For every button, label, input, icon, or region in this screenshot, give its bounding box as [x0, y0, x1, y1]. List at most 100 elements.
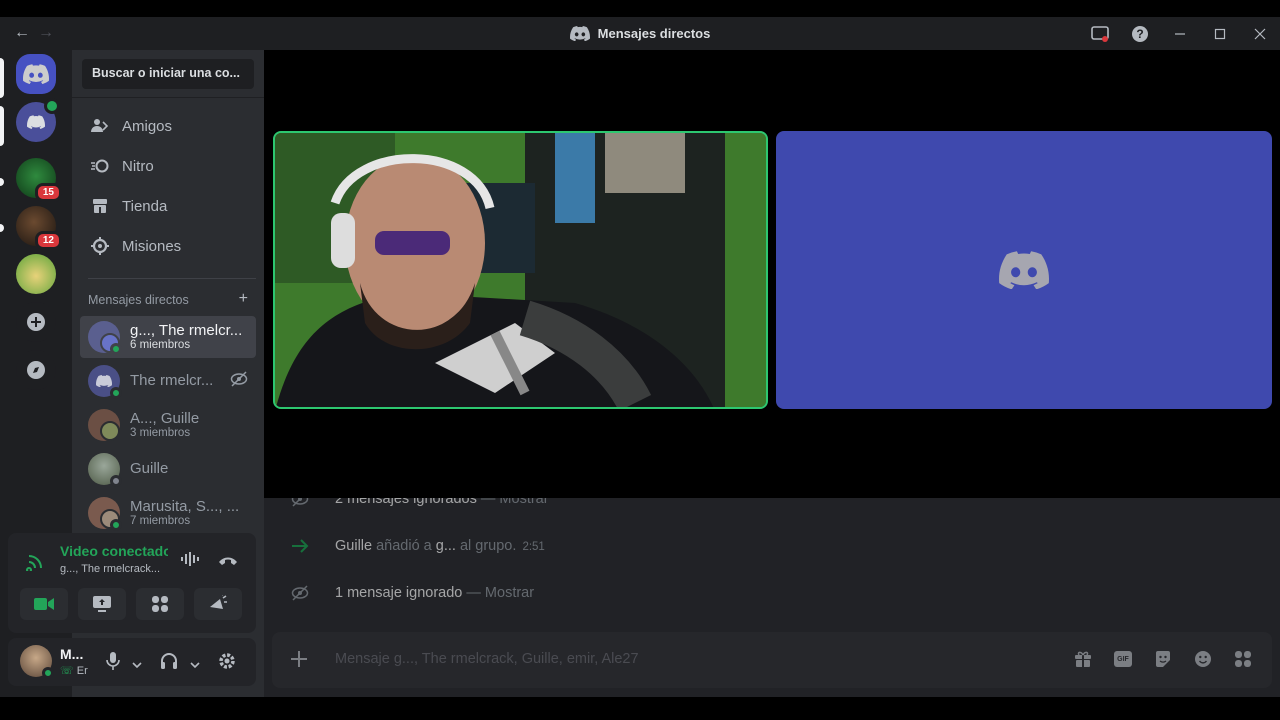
voice-connection-panel: Video conectado g..., The rmelcrack...	[8, 533, 256, 633]
eye-off-icon[interactable]	[230, 370, 248, 392]
discord-logo-icon	[999, 251, 1049, 289]
timestamp: 2:51	[522, 541, 545, 553]
discord-home-icon	[23, 64, 49, 84]
maximize-icon[interactable]	[1200, 17, 1240, 50]
nav-store-label: Tienda	[122, 197, 168, 215]
online-status-icon	[110, 519, 122, 531]
voice-channel-text[interactable]: g..., The rmelcrack...	[60, 563, 170, 575]
active-pill	[0, 58, 4, 98]
server-icon-2[interactable]: 12	[16, 206, 62, 250]
main-content: 2 mensajes ignorados — Mostrar Guille añ…	[264, 50, 1280, 697]
webcam-video-tile[interactable]	[273, 131, 768, 409]
create-dm-button[interactable]: +	[239, 291, 248, 307]
screen-share-button[interactable]	[78, 588, 126, 620]
screen-share-icon	[93, 596, 111, 612]
deafen-headphones-icon[interactable]	[160, 652, 178, 675]
message-list: 2 mensajes ignorados — Mostrar Guille añ…	[264, 498, 1280, 638]
avatar	[88, 453, 122, 487]
audio-options-chevron-icon[interactable]	[190, 656, 200, 674]
online-status-icon	[110, 387, 122, 399]
online-status-icon	[42, 667, 54, 679]
avatar	[88, 365, 122, 399]
avatar	[88, 409, 120, 441]
emoji-icon[interactable]	[1194, 650, 1212, 673]
mic-options-chevron-icon[interactable]	[132, 656, 142, 674]
soundboard-icon	[210, 595, 227, 609]
video-call-stage	[264, 50, 1280, 498]
dm-item-2[interactable]: The rmelcr...	[80, 360, 256, 402]
camera-button[interactable]	[20, 588, 68, 620]
mention-badge: 15	[34, 183, 62, 202]
nav-quests-label: Misiones	[122, 237, 182, 255]
username[interactable]: M...	[60, 646, 83, 662]
connection-signal-icon[interactable]	[26, 551, 46, 576]
gif-picker-button[interactable]: GIF	[1114, 651, 1132, 667]
message-input[interactable]: Mensaje g..., The rmelcrack, Guille, emi…	[335, 651, 639, 667]
dm-name: Guille	[130, 460, 169, 478]
voice-status-text[interactable]: Video conectado	[60, 543, 168, 559]
dm-item-4[interactable]: Guille	[80, 448, 256, 490]
message-text: al grupo.	[455, 538, 517, 554]
unread-dot	[0, 224, 4, 232]
unread-dot	[0, 178, 4, 186]
apps-icon[interactable]	[1234, 650, 1252, 673]
mention-badge: 12	[34, 231, 62, 250]
nav-friends[interactable]: Amigos	[80, 106, 256, 146]
gift-icon[interactable]	[1074, 650, 1092, 673]
dm-item-group-1[interactable]: g..., The rmelcr... 6 miembros	[80, 316, 256, 358]
nav-quests[interactable]: Misiones	[80, 226, 256, 266]
home-dm-button[interactable]	[16, 54, 56, 94]
soundboard-button[interactable]	[194, 588, 242, 620]
divider	[88, 278, 256, 279]
dm-item-group-5[interactable]: Marusita, S..., ... 7 miembros	[80, 492, 256, 534]
group-name[interactable]: g...	[436, 538, 456, 554]
group-dm-voice-button[interactable]	[16, 98, 60, 142]
ignored-messages-row[interactable]: 1 mensaje ignorado — Mostrar	[264, 581, 1280, 605]
camera-icon	[34, 598, 54, 610]
disconnect-icon[interactable]	[218, 553, 238, 571]
server-icon-3[interactable]	[16, 254, 56, 294]
user-settings-gear-icon[interactable]	[218, 652, 236, 675]
discord-logo-icon	[569, 26, 590, 41]
dm-name: g..., The rmelcr...	[130, 321, 243, 339]
attach-plus-icon[interactable]	[290, 650, 308, 673]
minimize-icon[interactable]	[1160, 17, 1200, 50]
search-input[interactable]: Buscar o iniciar una co...	[82, 59, 254, 89]
dm-header-label: Mensajes directos	[88, 293, 189, 307]
activities-button[interactable]	[136, 588, 184, 620]
actor-username[interactable]: Guille	[335, 538, 372, 554]
help-icon[interactable]: ?	[1120, 17, 1160, 50]
plus-circle-icon	[27, 313, 45, 331]
member-added-row: Guille añadió a g... al grupo. 2:51	[264, 534, 1280, 558]
inbox-icon[interactable]	[1080, 17, 1120, 50]
discover-button[interactable]	[16, 350, 56, 390]
eye-off-icon	[288, 585, 312, 601]
video-live-icon	[44, 98, 60, 114]
close-icon[interactable]	[1240, 17, 1280, 50]
top-letterbox	[0, 0, 1280, 17]
add-server-button[interactable]	[16, 302, 56, 342]
user-avatar[interactable]	[20, 645, 54, 679]
bottom-letterbox	[0, 697, 1280, 720]
nav-nitro[interactable]: Nitro	[80, 146, 256, 186]
ignored-messages-row[interactable]: 2 mensajes ignorados — Mostrar	[264, 498, 1280, 511]
show-link[interactable]: — Mostrar	[477, 498, 549, 507]
message-composer: Mensaje g..., The rmelcrack, Guille, emi…	[272, 632, 1272, 688]
show-link[interactable]: — Mostrar	[462, 585, 534, 601]
server-icon-1[interactable]: 15	[16, 158, 62, 202]
webcam-feed-image	[275, 133, 766, 407]
system-message-text: 1 mensaje ignorado — Mostrar	[335, 585, 534, 601]
sticker-icon[interactable]	[1154, 650, 1172, 673]
dm-subtitle: 6 miembros	[130, 339, 191, 352]
eye-off-icon	[288, 498, 312, 507]
camera-off-video-tile[interactable]	[776, 131, 1272, 409]
avatar-stack-icon	[100, 421, 120, 441]
divider	[72, 97, 264, 98]
window-title-text: Mensajes directos	[597, 26, 711, 41]
dm-item-group-3[interactable]: A..., Guille 3 miembros	[80, 404, 256, 446]
svg-text:?: ?	[1136, 27, 1143, 41]
nav-store[interactable]: Tienda	[80, 186, 256, 226]
noise-suppression-icon[interactable]	[180, 551, 202, 572]
dm-name: The rmelcr...	[130, 372, 214, 390]
mute-microphone-icon[interactable]	[106, 652, 120, 675]
